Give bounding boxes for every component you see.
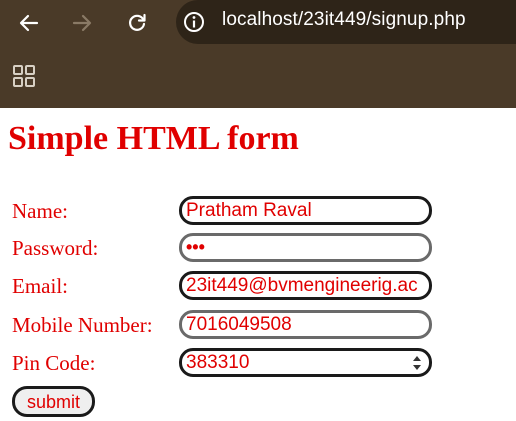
reload-icon[interactable]: [122, 8, 152, 38]
name-input[interactable]: Pratham Raval: [179, 196, 432, 225]
bookmarks-bar: [0, 56, 516, 96]
name-row: Name: Pratham Raval: [12, 196, 512, 230]
password-row: Password: •••: [12, 233, 512, 267]
page-title: Simple HTML form: [8, 120, 299, 157]
mobile-input[interactable]: 7016049508: [179, 310, 432, 339]
password-input[interactable]: •••: [179, 233, 432, 262]
email-input[interactable]: 23it449@bvmengineerig.ac: [179, 271, 432, 300]
pincode-label: Pin Code:: [12, 351, 96, 375]
browser-toolbar: localhost/23it449/signup.php: [0, 0, 516, 46]
password-label: Password:: [12, 236, 99, 260]
url-text[interactable]: localhost/23it449/signup.php: [222, 9, 466, 31]
browser-chrome: localhost/23it449/signup.php: [0, 0, 516, 108]
name-label: Name:: [12, 199, 68, 223]
pincode-value: 383310: [186, 352, 250, 373]
email-label: Email:: [12, 274, 68, 298]
pincode-row: Pin Code: 383310: [12, 348, 512, 382]
email-row: Email: 23it449@bvmengineerig.ac: [12, 271, 512, 305]
apps-icon[interactable]: [12, 64, 36, 88]
mobile-row: Mobile Number: 7016049508: [12, 310, 512, 344]
spinner-icon[interactable]: [411, 354, 423, 372]
pincode-input[interactable]: 383310: [179, 348, 432, 377]
back-icon[interactable]: [14, 8, 44, 38]
site-info-icon[interactable]: [180, 8, 208, 36]
mobile-label: Mobile Number:: [12, 313, 153, 337]
forward-icon[interactable]: [67, 8, 97, 38]
page-content: Simple HTML form Name: Pratham Raval Pas…: [0, 108, 516, 421]
submit-button[interactable]: submit: [12, 386, 95, 417]
